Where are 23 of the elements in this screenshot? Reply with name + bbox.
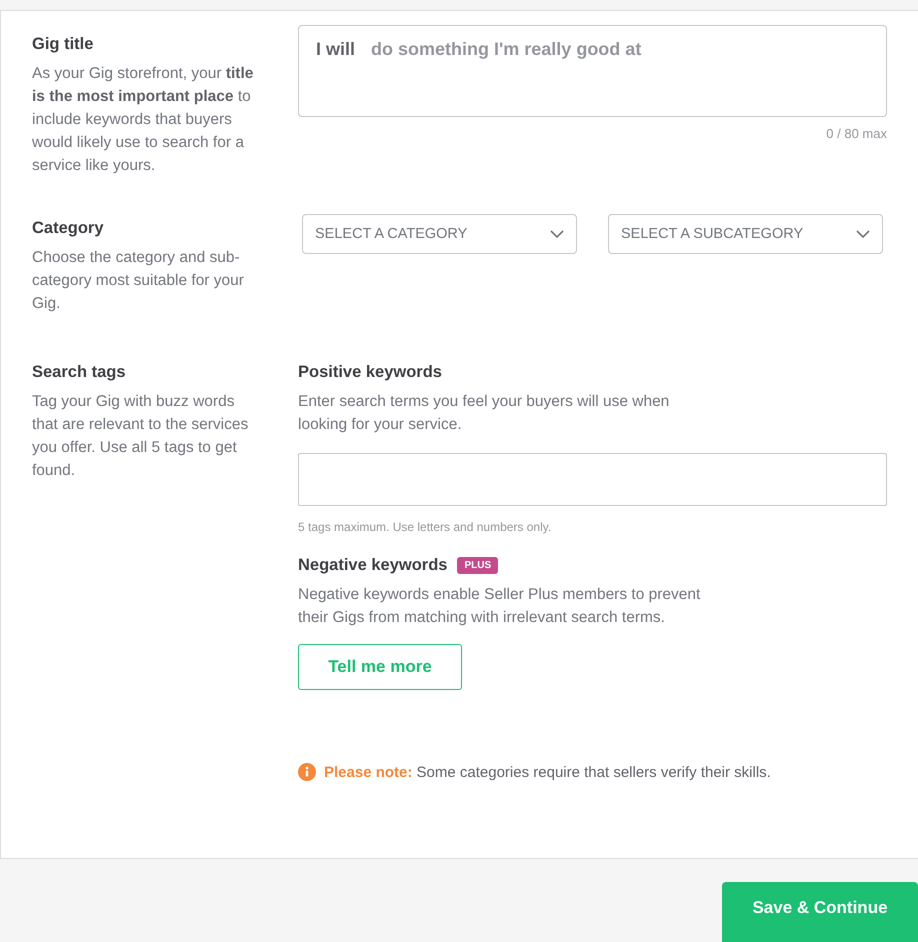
chevron-down-icon	[856, 230, 870, 238]
tags-input-field[interactable]	[298, 453, 887, 506]
info-icon	[298, 763, 316, 781]
negative-keywords-heading: Negative keywords	[298, 556, 448, 575]
positive-keywords-heading: Positive keywords	[298, 363, 442, 382]
section-description: Choose the category and sub-category most suitable for your Gig.	[32, 248, 245, 314]
tags-hint: 5 tags maximum. Use letters and numbers only.	[298, 520, 552, 534]
section-description: As your Gig storefront, your title is the most important place to include keywords that buyers would likely use to search for a service like yours.	[32, 64, 254, 176]
section-heading: Gig title	[32, 35, 94, 54]
dropdown[interactable]: SELECT A CATEGORY	[302, 214, 577, 254]
title-prefix: I will	[316, 38, 356, 60]
character-counter: 0 / 80 max	[825, 126, 887, 141]
save-continue-button[interactable]: Save & Continue	[722, 882, 918, 942]
section-heading: Search tags	[32, 363, 127, 382]
note-text: Please note: Some categories require that sellers verify their skills.	[324, 764, 771, 780]
positive-keywords-description: Enter search terms you feel your buyers will use when looking for your service.	[298, 392, 670, 435]
section-heading: Category	[32, 219, 105, 238]
chevron-down-icon	[550, 230, 564, 238]
section-description: Tag your Gig with buzz words that are relevant to the services you offer. Use all 5 tags to get found.	[32, 392, 250, 481]
tell-me-more-button[interactable]: Tell me more	[298, 644, 462, 690]
negative-keywords-description: Negative keywords enable Seller Plus members to prevent their Gigs from matching with irrelevant search terms.	[298, 585, 702, 628]
dropdown[interactable]: SELECT A SUBCATEGORY	[608, 214, 883, 254]
plus-badge: PLUS	[457, 557, 498, 574]
